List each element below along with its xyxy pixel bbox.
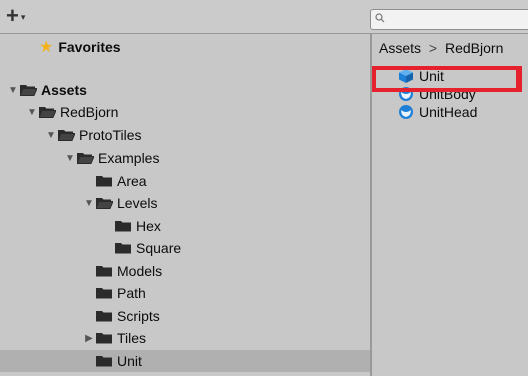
tree-row-label: ProtoTiles [79,127,142,143]
tree-row-path[interactable]: Path [0,282,370,304]
folder-open-icon [58,130,75,141]
tree-row-assets[interactable]: ▼ Assets [0,79,370,101]
tree-row-scripts[interactable]: Scripts [0,305,370,327]
search-input[interactable] [370,9,528,30]
tree-row-examples[interactable]: ▼ Examples [0,147,370,169]
breadcrumb-current[interactable]: RedBjorn [445,40,503,56]
project-toolbar: + ▾ [0,0,528,34]
tree-row-label: Square [136,240,182,256]
folder-open-icon [77,153,94,164]
breadcrumb-separator: > [428,40,438,56]
collapse-arrow-icon[interactable]: ▼ [82,198,96,209]
star-icon: ★ [39,39,54,56]
tree-row-label: Path [117,285,146,301]
tree-row-favorites[interactable]: ★ Favorites [0,36,370,58]
folder-open-icon [96,198,113,209]
tree-row-label: Examples [98,150,160,166]
tree-row-label: Unit [117,353,142,369]
collapse-arrow-icon[interactable]: ▼ [6,85,20,96]
tree-row-label: RedBjorn [60,104,119,120]
tree-row-label: Area [117,173,147,189]
chevron-down-icon: ▾ [20,11,26,22]
tree-row-tiles[interactable]: ▶ Tiles [0,327,370,349]
folder-icon [96,176,112,187]
folder-icon [96,356,112,367]
tree-row-square[interactable]: Square [0,237,370,259]
folder-icon [96,333,112,344]
collapse-arrow-icon[interactable]: ▼ [63,153,77,164]
prefab-sphere-icon [399,105,413,119]
tree-row-levels[interactable]: ▼ Levels [0,192,370,214]
tree-row-redbjorn[interactable]: ▼ RedBjorn [0,101,370,123]
tree-row-prototiles[interactable]: ▼ ProtoTiles [0,124,370,146]
collapse-arrow-icon[interactable]: ▼ [25,107,39,118]
folder-open-icon [20,85,37,96]
tree-row-label: Favorites [58,39,121,55]
tree-row-label: Assets [41,82,87,98]
collapse-arrow-icon[interactable]: ▼ [44,130,58,141]
folder-icon [115,243,131,254]
tree-row-label: Scripts [117,308,160,324]
search-icon [375,13,385,23]
breadcrumb-root[interactable]: Assets [379,40,421,56]
folder-open-icon [39,107,56,118]
tree-row-hex[interactable]: Hex [0,215,370,237]
folder-icon [115,221,131,232]
breadcrumb: Assets > RedBjorn [379,40,503,56]
tree-row-unit[interactable]: Unit [0,350,370,372]
plus-icon: + [6,3,19,28]
folder-tree: ★ Favorites ▼ Assets ▼ RedBjorn ▼ ProtoTiles ▼ Ex… [0,34,370,376]
folder-icon [96,288,112,299]
tree-row-area[interactable]: Area [0,170,370,192]
folder-icon [96,311,112,322]
asset-item-unithead[interactable]: UnitHead [372,103,528,121]
tree-row-models[interactable]: Models [0,260,370,282]
selection-highlight-box [372,66,522,92]
tree-row-label: Tiles [117,330,147,346]
expand-arrow-icon[interactable]: ▶ [82,333,96,344]
tree-row-label: Models [117,263,163,279]
folder-icon [96,266,112,277]
asset-item-label: UnitHead [419,104,478,120]
tree-row-label: Hex [136,218,161,234]
create-dropdown-button[interactable]: + ▾ [4,4,38,28]
tree-row-label: Levels [117,195,158,211]
